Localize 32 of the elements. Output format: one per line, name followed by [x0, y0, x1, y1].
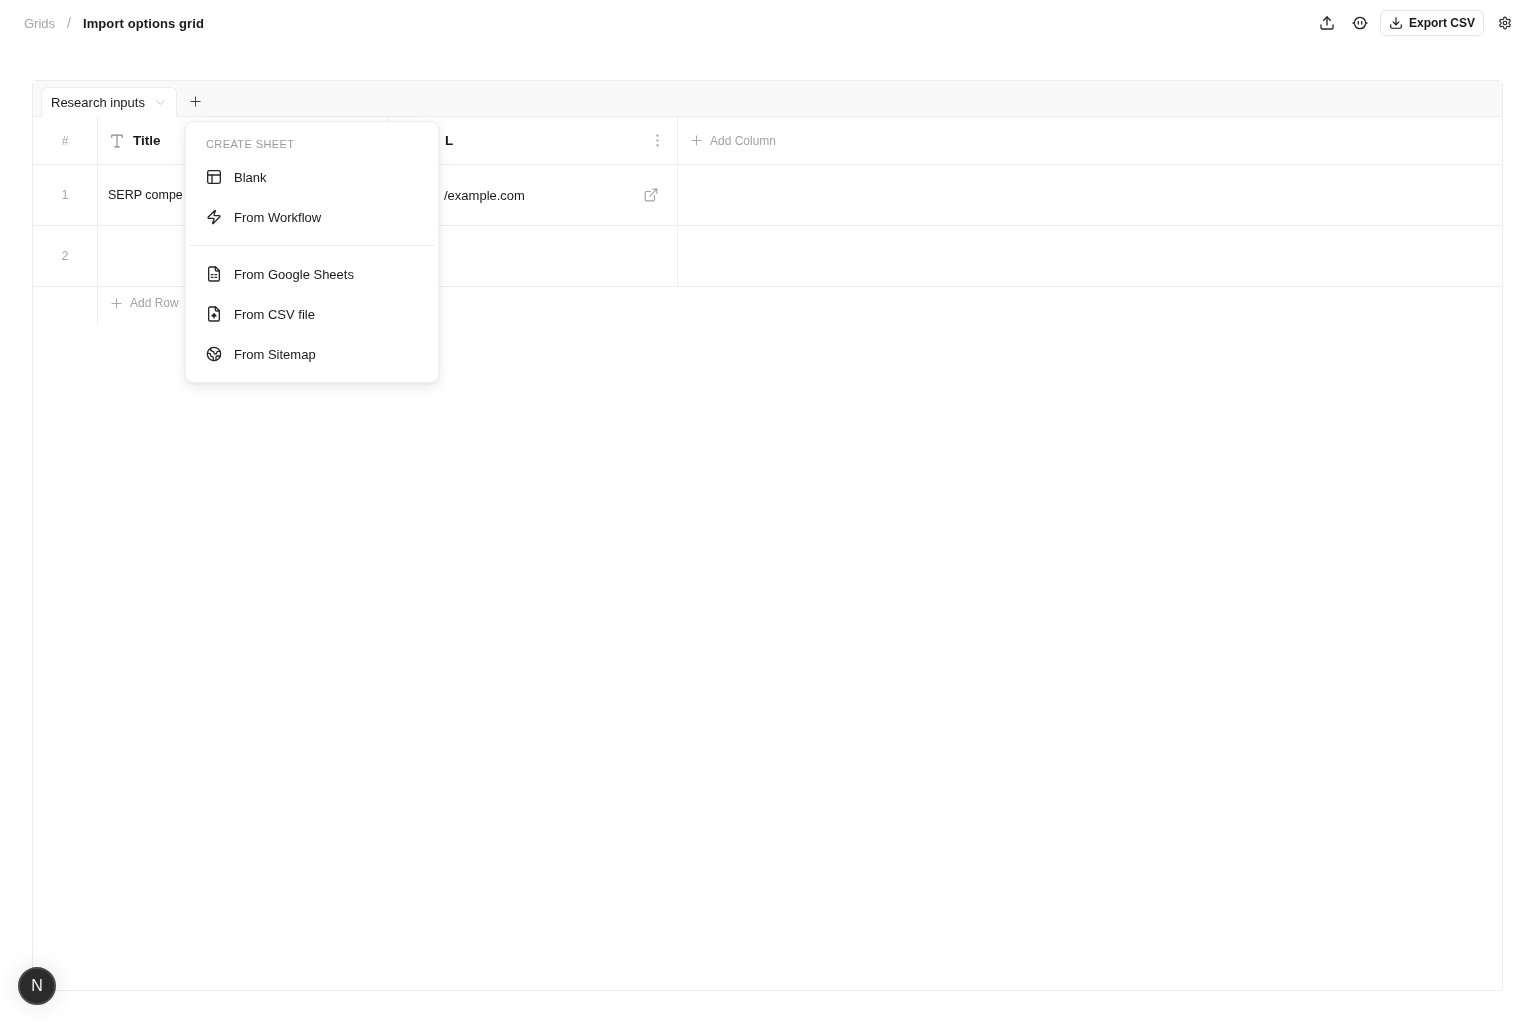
- row-number-header: #: [33, 117, 98, 164]
- text-type-icon: [110, 133, 124, 148]
- export-csv-button[interactable]: Export CSV: [1380, 10, 1484, 36]
- menu-item[interactable]: From CSV file: [190, 294, 434, 334]
- menu-item[interactable]: From Sitemap: [190, 334, 434, 374]
- file-upload-icon: [206, 306, 222, 322]
- menu-heading: CREATE SHEET: [205, 137, 296, 152]
- column-title[interactable]: L: [445, 133, 454, 148]
- robot-icon: [1352, 15, 1368, 31]
- settings-icon: [1498, 16, 1512, 30]
- menu-item[interactable]: From Workflow: [190, 197, 434, 237]
- lightning-icon: [206, 209, 222, 225]
- cell-text: /example.com: [444, 187, 525, 203]
- plus-icon: [111, 297, 122, 309]
- page-title: Import options grid: [82, 15, 204, 31]
- table-icon: [206, 169, 222, 185]
- dev-tools-button[interactable]: N: [18, 967, 56, 1005]
- chevron-down-icon: [155, 98, 165, 107]
- column-title[interactable]: Title: [133, 133, 161, 148]
- sheet-tab[interactable]: Research inputs: [41, 87, 177, 117]
- menu-item[interactable]: From Google Sheets: [190, 254, 434, 294]
- cell-text: SERP compe: [108, 188, 183, 202]
- globe-icon: [206, 346, 222, 362]
- row-number: 2: [33, 226, 98, 286]
- plus-icon: [190, 95, 202, 107]
- upload-icon: [1319, 15, 1335, 31]
- spreadsheet-file-icon: [206, 266, 222, 282]
- menu-item[interactable]: Blank: [190, 157, 434, 197]
- download-icon: [1389, 16, 1403, 30]
- plus-icon: [691, 135, 702, 146]
- row-number: 1: [33, 165, 98, 225]
- breadcrumb-separator: /: [67, 15, 71, 31]
